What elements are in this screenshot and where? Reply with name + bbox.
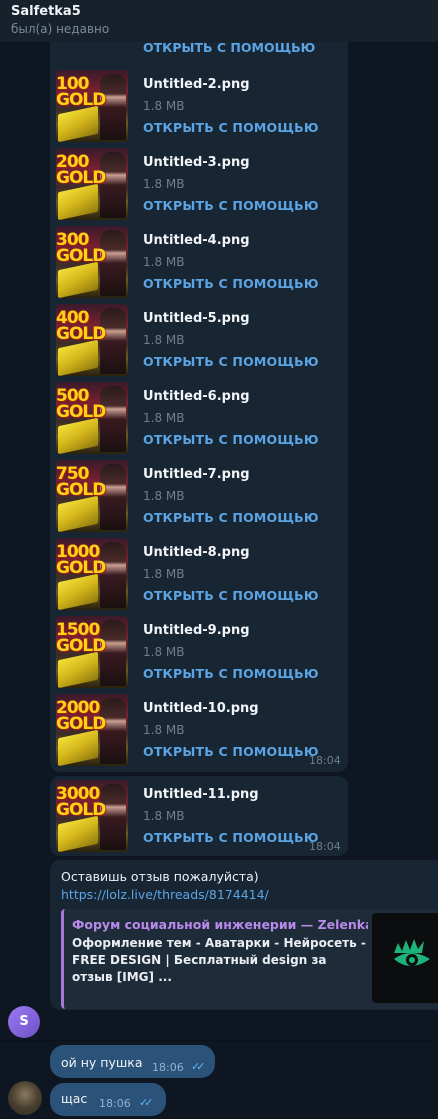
outgoing-message-time: 18:06 xyxy=(152,1061,184,1074)
outgoing-message-time: 18:06 xyxy=(99,1097,131,1110)
file-size: 1.8 MB xyxy=(143,255,185,269)
file-item[interactable]: 400 GOLD Untitled-5.png 1.8 MB ОТКРЫТЬ С ПО… xyxy=(56,304,346,376)
thumbnail-caption: 2000 GOLD xyxy=(56,698,106,734)
thumbnail-caption: 300 GOLD xyxy=(56,230,106,266)
file-size: 1.8 MB xyxy=(143,489,185,503)
gold-bars-image xyxy=(58,183,98,220)
thumbnail-caption: 100 GOLD xyxy=(56,74,106,110)
file-name: Untitled-6.png xyxy=(143,389,250,404)
file-name: Untitled-5.png xyxy=(143,311,250,326)
file-item[interactable]: 100 GOLD Untitled-2.png 1.8 MB ОТКРЫТЬ С ПО… xyxy=(56,70,346,142)
eye-logo-icon xyxy=(394,939,430,966)
message-link[interactable]: https://lolz.live/threads/8174414/ xyxy=(61,887,269,903)
file-size: 1.8 MB xyxy=(143,177,185,191)
sender-avatar[interactable]: S xyxy=(8,1006,40,1038)
link-preview-description: Оформление тем - Аватарки - Нейросеть - … xyxy=(72,936,366,984)
message-time: 18:04 xyxy=(309,840,341,853)
thumbnail-caption: 750 GOLD xyxy=(56,464,106,500)
file-size: 1.8 MB xyxy=(143,645,185,659)
file-size: 1.8 MB xyxy=(143,411,185,425)
open-with-button[interactable]: ОТКРЫТЬ С ПОМОЩЬЮ xyxy=(143,433,319,447)
file-name: Untitled-9.png xyxy=(143,623,250,638)
thumbnail-caption: 1000 GOLD xyxy=(56,542,106,578)
user-avatar[interactable] xyxy=(8,1081,42,1115)
file-name: Untitled-11.png xyxy=(143,787,259,802)
file-thumbnail[interactable]: 3000 GOLD xyxy=(56,780,128,852)
message-time: 18:04 xyxy=(309,754,341,767)
file-item[interactable]: 300 GOLD Untitled-4.png 1.8 MB ОТКРЫТЬ С ПО… xyxy=(56,226,346,298)
divider xyxy=(0,1040,438,1041)
open-with-button[interactable]: ОТКРЫТЬ С ПОМОЩЬЮ xyxy=(143,41,315,55)
thumbnail-caption: 1500 GOLD xyxy=(56,620,106,656)
link-preview-image[interactable] xyxy=(372,913,438,1003)
open-with-button[interactable]: ОТКРЫТЬ С ПОМОЩЬЮ xyxy=(143,199,319,213)
message-text: Оставишь отзыв пожалуйста) xyxy=(61,869,259,884)
file-size: 1.8 MB xyxy=(143,333,185,347)
gold-bars-image xyxy=(58,729,98,766)
open-with-button[interactable]: ОТКРЫТЬ С ПОМОЩЬЮ xyxy=(143,355,319,369)
file-name: Untitled-10.png xyxy=(143,701,259,716)
file-item[interactable]: 2000 GOLD Untitled-10.png 1.8 MB ОТКРЫТЬ С … xyxy=(56,694,346,766)
file-item[interactable]: 1500 GOLD Untitled-9.png 1.8 MB ОТКРЫТЬ С П… xyxy=(56,616,346,688)
file-thumbnail[interactable]: 500 GOLD xyxy=(56,382,128,454)
contact-status: был(а) недавно xyxy=(11,22,110,36)
thumbnail-caption: 200 GOLD xyxy=(56,152,106,188)
gold-bars-image xyxy=(58,105,98,142)
file-item[interactable]: 750 GOLD Untitled-7.png 1.8 MB ОТКРЫТЬ С ПО… xyxy=(56,460,346,532)
file-name: Untitled-2.png xyxy=(143,77,250,92)
gold-bars-image xyxy=(58,495,98,532)
file-thumbnail[interactable]: 750 GOLD xyxy=(56,460,128,532)
file-name: Untitled-8.png xyxy=(143,545,250,560)
file-name: Untitled-4.png xyxy=(143,233,250,248)
read-checkmark-icon: ✓✓ xyxy=(191,1060,206,1073)
link-preview-title[interactable]: Форум социальной инженерии — Zelenka.... xyxy=(72,917,368,933)
file-thumbnail[interactable]: 2000 GOLD xyxy=(56,694,128,766)
outgoing-message-text: щас xyxy=(61,1091,88,1106)
gold-bars-image xyxy=(58,651,98,688)
file-thumbnail[interactable]: 200 GOLD xyxy=(56,148,128,220)
contact-name[interactable]: Salfetka5 xyxy=(11,4,438,20)
outgoing-message-text: ой ну пушка xyxy=(61,1055,143,1070)
file-item[interactable]: 200 GOLD Untitled-3.png 1.8 MB ОТКРЫТЬ С ПО… xyxy=(56,148,346,220)
open-with-button[interactable]: ОТКРЫТЬ С ПОМОЩЬЮ xyxy=(143,667,319,681)
thumbnail-caption: 400 GOLD xyxy=(56,308,106,344)
thumbnail-caption: 500 GOLD xyxy=(56,386,106,422)
file-item[interactable]: 1000 GOLD Untitled-8.png 1.8 MB ОТКРЫТЬ С П… xyxy=(56,538,346,610)
chat-header[interactable]: Salfetka5 был(а) недавно xyxy=(0,0,438,42)
file-size: 1.8 MB xyxy=(143,567,185,581)
open-with-button[interactable]: ОТКРЫТЬ С ПОМОЩЬЮ xyxy=(143,511,319,525)
file-name: Untitled-3.png xyxy=(143,155,250,170)
gold-bars-image xyxy=(58,417,98,454)
file-thumbnail[interactable]: 1000 GOLD xyxy=(56,538,128,610)
gold-bars-image xyxy=(58,261,98,298)
file-name: Untitled-7.png xyxy=(143,467,250,482)
file-size: 1.8 MB xyxy=(143,809,185,823)
open-with-button[interactable]: ОТКРЫТЬ С ПОМОЩЬЮ xyxy=(143,121,319,135)
gold-bars-image xyxy=(58,339,98,376)
file-thumbnail[interactable]: 400 GOLD xyxy=(56,304,128,376)
file-item[interactable]: 3000 GOLD Untitled-11.png 1.8 MB ОТКРЫТЬ С … xyxy=(56,780,346,852)
gold-bars-image xyxy=(58,573,98,610)
gold-bars-image xyxy=(58,815,98,852)
open-with-button[interactable]: ОТКРЫТЬ С ПОМОЩЬЮ xyxy=(143,745,319,759)
file-size: 1.8 MB xyxy=(143,723,185,737)
thumbnail-caption: 3000 GOLD xyxy=(56,784,106,820)
file-size: 1.8 MB xyxy=(143,99,185,113)
read-checkmark-icon: ✓✓ xyxy=(139,1096,154,1109)
file-thumbnail[interactable]: 1500 GOLD xyxy=(56,616,128,688)
file-thumbnail[interactable]: 300 GOLD xyxy=(56,226,128,298)
open-with-button[interactable]: ОТКРЫТЬ С ПОМОЩЬЮ xyxy=(143,277,319,291)
open-with-button[interactable]: ОТКРЫТЬ С ПОМОЩЬЮ xyxy=(143,589,319,603)
open-with-button[interactable]: ОТКРЫТЬ С ПОМОЩЬЮ xyxy=(143,831,319,845)
file-item[interactable]: 500 GOLD Untitled-6.png 1.8 MB ОТКРЫТЬ С ПО… xyxy=(56,382,346,454)
file-thumbnail[interactable]: 100 GOLD xyxy=(56,70,128,142)
